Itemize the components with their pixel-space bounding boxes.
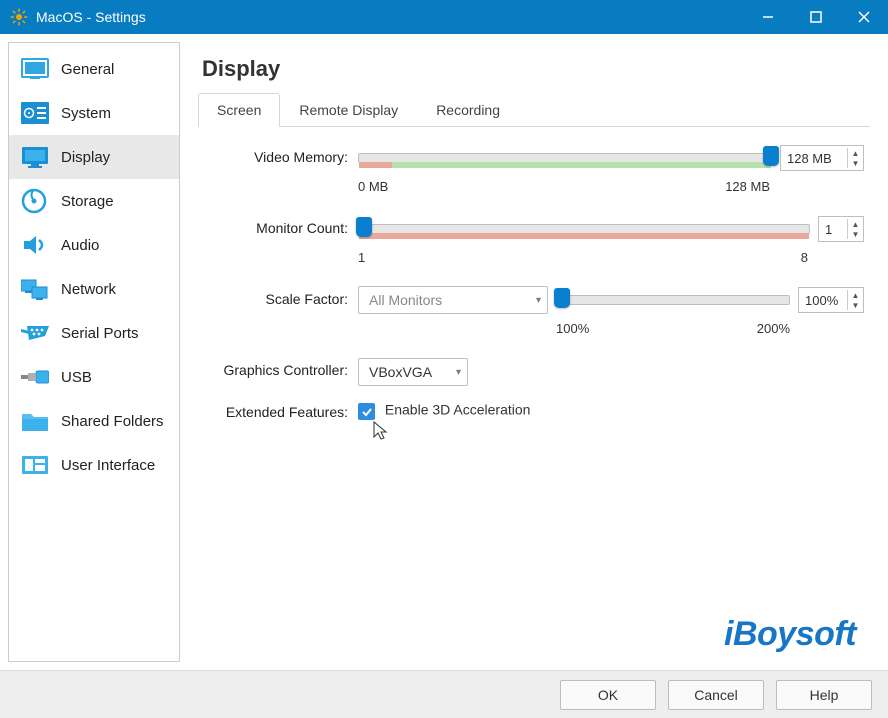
monitor-count-label: Monitor Count: <box>188 216 358 236</box>
enable-3d-checkbox[interactable] <box>358 403 375 420</box>
sidebar-item-serial-ports[interactable]: Serial Ports <box>9 311 179 355</box>
window-title: MacOS - Settings <box>36 9 146 25</box>
cancel-button[interactable]: Cancel <box>668 680 764 710</box>
sidebar-item-label: USB <box>61 369 92 386</box>
sidebar-item-label: Storage <box>61 193 114 210</box>
video-memory-label: Video Memory: <box>188 145 358 165</box>
scale-factor-monitors-dropdown[interactable]: All Monitors ▾ <box>358 286 548 314</box>
tab-recording[interactable]: Recording <box>417 93 519 127</box>
general-icon <box>21 57 49 81</box>
user-interface-icon <box>21 453 49 477</box>
monitor-count-max: 8 <box>801 250 808 265</box>
monitor-count-spin[interactable]: 1 ▲▼ <box>818 216 864 242</box>
cursor-icon <box>372 420 390 445</box>
extended-features-label: Extended Features: <box>188 400 358 420</box>
sidebar-item-shared-folders[interactable]: Shared Folders <box>9 399 179 443</box>
sidebar-item-label: Shared Folders <box>61 413 164 430</box>
scale-factor-max: 200% <box>757 321 790 336</box>
video-memory-spin[interactable]: 128 MB ▲▼ <box>780 145 864 171</box>
sidebar-item-display[interactable]: Display <box>9 135 179 179</box>
sidebar-item-network[interactable]: Network <box>9 267 179 311</box>
tab-screen[interactable]: Screen <box>198 93 280 127</box>
scale-factor-slider[interactable] <box>556 295 790 305</box>
sidebar-item-label: Audio <box>61 237 99 254</box>
usb-icon <box>21 365 49 389</box>
sidebar-item-general[interactable]: General <box>9 47 179 91</box>
chevron-down-icon: ▾ <box>456 367 461 378</box>
minimize-button[interactable] <box>744 0 792 34</box>
system-icon <box>21 101 49 125</box>
sidebar-item-system[interactable]: System <box>9 91 179 135</box>
ok-button[interactable]: OK <box>560 680 656 710</box>
dialog-footer: OK Cancel Help <box>0 670 888 718</box>
chevron-down-icon: ▾ <box>536 295 541 306</box>
maximize-button[interactable] <box>792 0 840 34</box>
close-button[interactable] <box>840 0 888 34</box>
scale-factor-spin[interactable]: 100% ▲▼ <box>798 287 864 313</box>
page-title: Display <box>188 42 880 92</box>
sidebar-item-audio[interactable]: Audio <box>9 223 179 267</box>
folder-icon <box>21 409 49 433</box>
storage-icon <box>21 189 49 213</box>
sidebar-item-label: User Interface <box>61 457 155 474</box>
video-memory-max: 128 MB <box>725 179 770 194</box>
video-memory-slider[interactable] <box>358 153 772 163</box>
video-memory-min: 0 MB <box>358 179 388 194</box>
watermark-logo: iBoysoft <box>724 615 856 654</box>
titlebar: MacOS - Settings <box>0 0 888 34</box>
sidebar-item-label: Serial Ports <box>61 325 139 342</box>
enable-3d-label: Enable 3D Acceleration <box>385 402 531 418</box>
sidebar-item-user-interface[interactable]: User Interface <box>9 443 179 487</box>
scale-factor-min: 100% <box>556 321 589 336</box>
monitor-count-slider[interactable] <box>358 224 810 234</box>
serial-port-icon <box>21 321 49 345</box>
sidebar-item-label: General <box>61 61 114 78</box>
monitor-count-min: 1 <box>358 250 365 265</box>
sidebar-item-label: Display <box>61 149 110 166</box>
graphics-controller-label: Graphics Controller: <box>188 358 358 378</box>
category-sidebar: General System Display Storage Audio <box>8 42 180 662</box>
tabbar: Screen Remote Display Recording <box>198 92 870 127</box>
tab-remote-display[interactable]: Remote Display <box>280 93 417 127</box>
sidebar-item-label: Network <box>61 281 116 298</box>
sidebar-item-storage[interactable]: Storage <box>9 179 179 223</box>
sidebar-item-usb[interactable]: USB <box>9 355 179 399</box>
help-button[interactable]: Help <box>776 680 872 710</box>
settings-gear-icon <box>10 8 28 26</box>
sidebar-item-label: System <box>61 105 111 122</box>
audio-icon <box>21 233 49 257</box>
display-icon <box>21 145 49 169</box>
scale-factor-label: Scale Factor: <box>188 287 358 307</box>
graphics-controller-dropdown[interactable]: VBoxVGA ▾ <box>358 358 468 386</box>
network-icon <box>21 277 49 301</box>
